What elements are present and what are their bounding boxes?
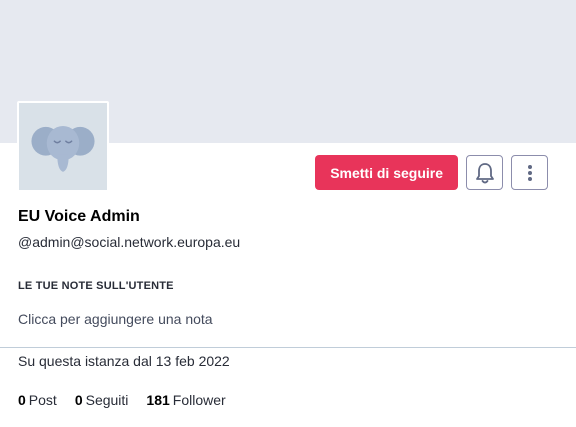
- account-handle: @admin@social.network.europa.eu: [18, 234, 241, 250]
- divider: [0, 347, 576, 348]
- unfollow-button[interactable]: Smetti di seguire: [315, 155, 458, 190]
- stat-posts[interactable]: 0 Post: [18, 392, 57, 408]
- more-options-button[interactable]: [511, 155, 548, 190]
- avatar[interactable]: [17, 101, 109, 192]
- stat-followers[interactable]: 181 Follower: [146, 392, 225, 408]
- stat-posts-count: 0: [18, 392, 26, 408]
- stat-followers-count: 181: [146, 392, 170, 408]
- stat-posts-label: Post: [28, 392, 57, 408]
- account-stats: 0 Post 0 Seguiti 181 Follower: [18, 392, 226, 408]
- stat-followers-label: Follower: [172, 392, 226, 408]
- bell-icon: [475, 162, 494, 183]
- display-name: EU Voice Admin: [18, 208, 140, 225]
- notify-button[interactable]: [466, 155, 503, 190]
- mastodon-elephant-icon: [19, 103, 107, 190]
- account-note-field[interactable]: Clicca per aggiungere una nota: [18, 311, 213, 327]
- note-label: LE TUE NOTE SULL'UTENTE: [18, 280, 174, 292]
- profile-actions: Smetti di seguire: [315, 155, 548, 190]
- kebab-menu-icon: [527, 164, 532, 181]
- stat-following-count: 0: [74, 392, 83, 408]
- stat-following[interactable]: 0 Seguiti: [75, 392, 129, 408]
- stat-following-label: Seguiti: [85, 392, 129, 408]
- joined-date: Su questa istanza dal 13 feb 2022: [18, 353, 230, 369]
